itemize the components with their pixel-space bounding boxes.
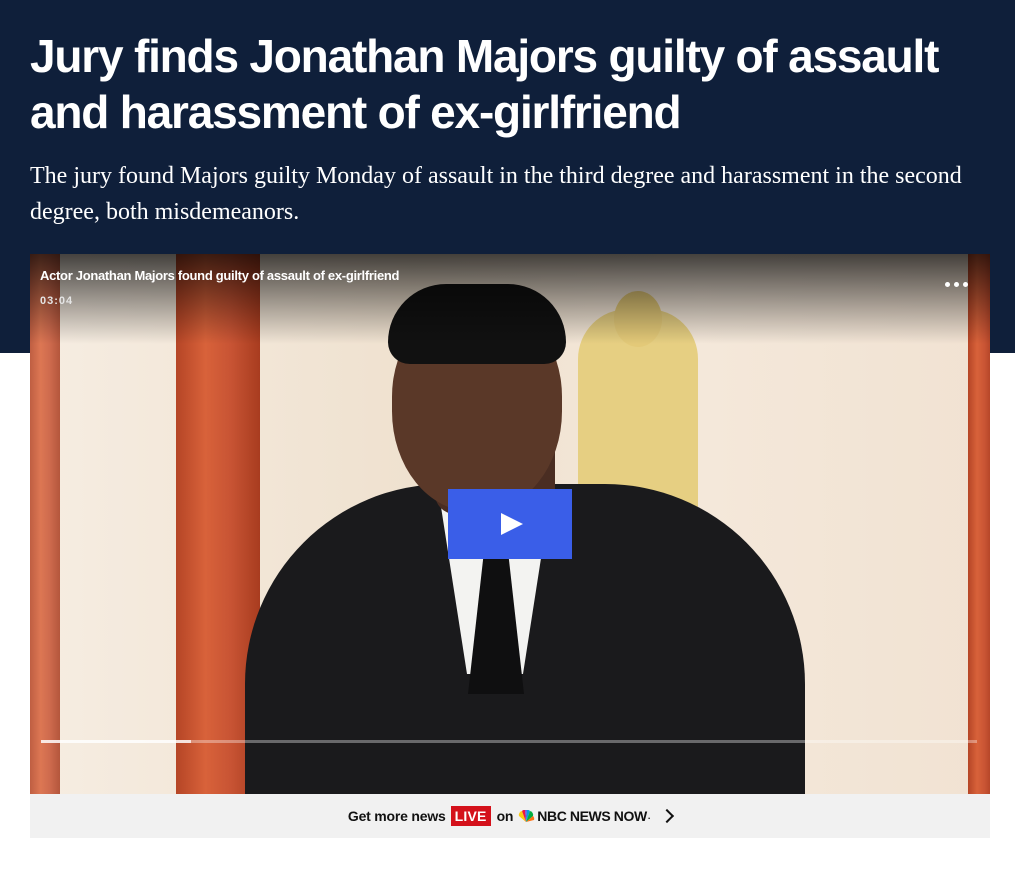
chevron-right-icon xyxy=(660,808,675,824)
article-dek: The jury found Majors guilty Monday of a… xyxy=(30,163,962,225)
progress-fill xyxy=(41,740,191,743)
more-options-button[interactable] xyxy=(938,276,974,292)
more-icon xyxy=(944,281,950,287)
live-badge: LIVE xyxy=(450,806,491,826)
peacock-icon xyxy=(519,810,535,822)
brand-suffix: . xyxy=(647,811,651,821)
play-icon xyxy=(501,513,523,535)
video-duration: 03:04 xyxy=(40,295,74,307)
promo-connector: on xyxy=(496,808,514,824)
video-player[interactable]: Actor Jonathan Majors found guilty of as… xyxy=(30,254,990,794)
promo-text: Get more news xyxy=(347,808,446,824)
live-promo-bar[interactable]: Get more news LIVE on NBC NEWS NOW . xyxy=(30,794,990,838)
brand-name: NBC NEWS NOW xyxy=(537,808,647,824)
play-button[interactable] xyxy=(448,489,572,559)
article-headline: Jury finds Jonathan Majors guilty of ass… xyxy=(30,30,939,138)
progress-bar[interactable] xyxy=(41,740,977,743)
video-title: Actor Jonathan Majors found guilty of as… xyxy=(40,268,400,283)
